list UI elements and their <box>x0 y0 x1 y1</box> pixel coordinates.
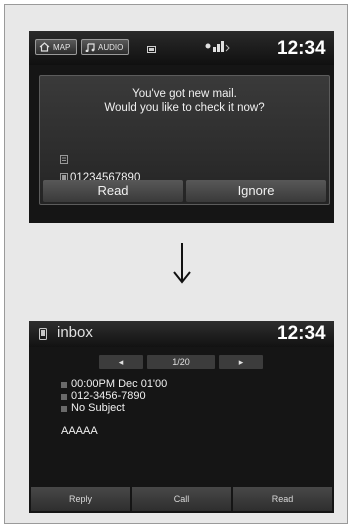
top-bar: MAP AUDIO 12:34 <box>29 31 334 65</box>
clock: 12:34 <box>277 323 326 344</box>
dialog-message-line2: Would you like to check it now? <box>104 102 265 114</box>
message-subject: No Subject <box>71 402 125 414</box>
inbox-screen: inbox 12:34 ◂ 1/20 ▸ 00:00PM Dec 01'00 0… <box>29 321 334 513</box>
reply-button[interactable]: Reply <box>31 487 130 511</box>
phone-icon <box>147 46 156 53</box>
contact-icon <box>61 394 67 400</box>
clock: 12:34 <box>277 38 326 59</box>
ignore-button[interactable]: Ignore <box>186 180 326 202</box>
dialog-message-line1: You've got new mail. <box>132 88 237 100</box>
phone-device-icon <box>39 328 47 340</box>
audio-tab[interactable]: AUDIO <box>81 39 129 55</box>
audio-tab-label: AUDIO <box>98 43 124 52</box>
mail-icon <box>60 155 68 164</box>
read-button[interactable]: Read <box>233 487 332 511</box>
down-arrow-icon <box>173 243 191 284</box>
subject-icon <box>61 406 67 412</box>
message-datetime: 00:00PM Dec 01'00 <box>71 378 168 390</box>
read-button[interactable]: Read <box>43 180 183 202</box>
page-indicator: 1/20 <box>147 355 215 369</box>
message-phone: 012-3456-7890 <box>71 390 146 402</box>
new-mail-screen: MAP AUDIO 12:34 You've got new mail. Wou… <box>29 31 334 223</box>
clock-icon <box>61 382 67 388</box>
home-icon <box>39 42 50 52</box>
bluetooth-signal-icon <box>205 41 230 52</box>
music-note-icon <box>85 43 95 52</box>
new-mail-dialog: You've got new mail. Would you like to c… <box>39 75 330 205</box>
map-tab-label: MAP <box>53 43 71 52</box>
page-title: inbox <box>57 324 93 341</box>
next-page-button[interactable]: ▸ <box>219 355 263 369</box>
top-bar: inbox 12:34 <box>29 321 334 347</box>
figure-frame: MAP AUDIO 12:34 You've got new mail. Wou… <box>4 4 348 524</box>
message-body: AAAAA <box>61 425 98 437</box>
prev-page-button[interactable]: ◂ <box>99 355 143 369</box>
call-button[interactable]: Call <box>132 487 231 511</box>
map-tab[interactable]: MAP <box>35 39 77 55</box>
